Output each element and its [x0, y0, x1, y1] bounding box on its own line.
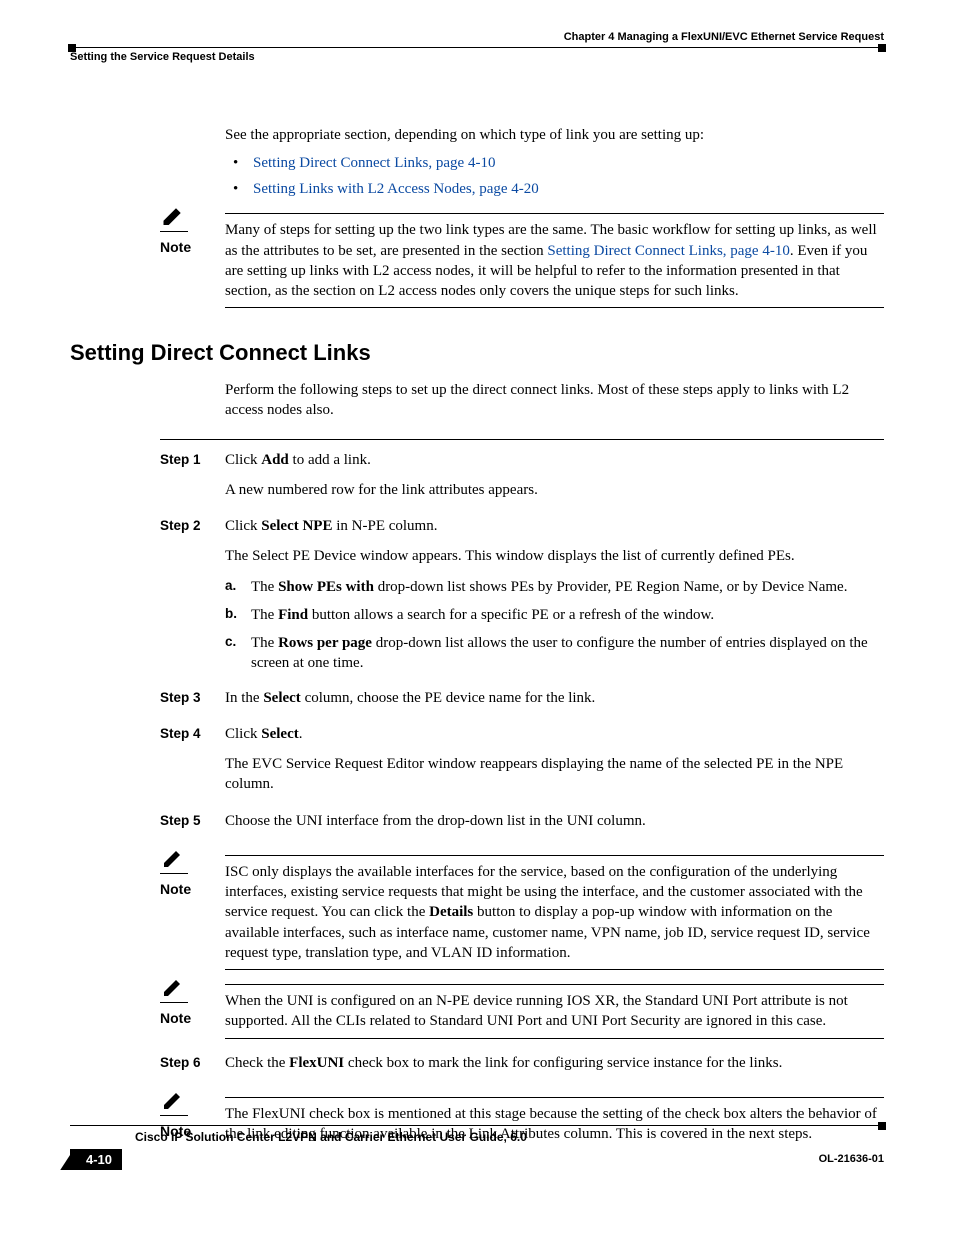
- step-text: In the Select column, choose the PE devi…: [225, 688, 884, 708]
- step-row: Step 6 Check the FlexUNI check box to ma…: [160, 1053, 884, 1083]
- note-block: Note Many of steps for setting up the tw…: [160, 213, 884, 308]
- step-text: The Select PE Device window appears. Thi…: [225, 546, 884, 566]
- pencil-icon: [160, 1097, 188, 1116]
- page-footer: Cisco IP Solution Center L2VPN and Carri…: [70, 1125, 884, 1171]
- step-row: Step 3 In the Select column, choose the …: [160, 688, 884, 718]
- header-chapter: Chapter 4 Managing a FlexUNI/EVC Etherne…: [70, 30, 884, 45]
- link-l2-access[interactable]: Setting Links with L2 Access Nodes, page…: [253, 181, 539, 197]
- step-text: Check the FlexUNI check box to mark the …: [225, 1053, 884, 1073]
- step-row: Step 1 Click Add to add a link. A new nu…: [160, 450, 884, 511]
- step-label: Step 2: [160, 516, 225, 682]
- step-text: The EVC Service Request Editor window re…: [225, 754, 884, 795]
- header-rule: [70, 47, 884, 48]
- step-row: Step 2 Click Select NPE in N-PE column. …: [160, 516, 884, 682]
- substep: a. The Show PEs with drop-down list show…: [225, 577, 884, 597]
- list-item: Setting Links with L2 Access Nodes, page…: [225, 179, 884, 199]
- step-label: Step 4: [160, 724, 225, 805]
- header-section: Setting the Service Request Details: [70, 50, 884, 65]
- list-item: Setting Direct Connect Links, page 4-10: [225, 153, 884, 173]
- step-row: Step 4 Click Select. The EVC Service Req…: [160, 724, 884, 805]
- steps-top-rule: [160, 439, 884, 440]
- note-body: When the UNI is configured on an N-PE de…: [225, 984, 884, 1039]
- section-intro: Perform the following steps to set up th…: [225, 380, 884, 421]
- note-label: Note: [160, 880, 225, 899]
- step-text: Choose the UNI interface from the drop-d…: [225, 811, 884, 831]
- intro-bullet-list: Setting Direct Connect Links, page 4-10 …: [225, 153, 884, 200]
- intro-text: See the appropriate section, depending o…: [225, 125, 884, 145]
- note-label: Note: [160, 238, 225, 257]
- step-label: Step 1: [160, 450, 225, 511]
- note-block: Note ISC only displays the available int…: [160, 855, 884, 970]
- step-label: Step 6: [160, 1053, 225, 1083]
- step-text: Click Select NPE in N-PE column.: [225, 516, 884, 536]
- note-body: ISC only displays the available interfac…: [225, 855, 884, 970]
- pencil-icon: [160, 984, 188, 1003]
- step-label: Step 3: [160, 688, 225, 718]
- step-text: A new numbered row for the link attribut…: [225, 480, 884, 500]
- note-body: Many of steps for setting up the two lin…: [225, 213, 884, 308]
- link-inline-direct-connect[interactable]: Setting Direct Connect Links, page 4-10: [547, 243, 789, 259]
- step-text: Click Select.: [225, 724, 884, 744]
- step-row: Step 5 Choose the UNI interface from the…: [160, 811, 884, 841]
- pencil-icon: [160, 855, 188, 874]
- pencil-icon: [160, 213, 188, 232]
- link-direct-connect[interactable]: Setting Direct Connect Links, page 4-10: [253, 155, 495, 171]
- section-heading: Setting Direct Connect Links: [70, 338, 884, 368]
- note-block: Note When the UNI is configured on an N-…: [160, 984, 884, 1039]
- footer-doc-id: OL-21636-01: [819, 1152, 884, 1167]
- step-label: Step 5: [160, 811, 225, 841]
- step-text: Click Add to add a link.: [225, 450, 884, 470]
- footer-doc-title: Cisco IP Solution Center L2VPN and Carri…: [135, 1129, 884, 1145]
- note-label: Note: [160, 1009, 225, 1028]
- substep: b. The Find button allows a search for a…: [225, 605, 884, 625]
- page-number-badge: 4-10: [70, 1149, 122, 1171]
- substep: c. The Rows per page drop-down list allo…: [225, 633, 884, 674]
